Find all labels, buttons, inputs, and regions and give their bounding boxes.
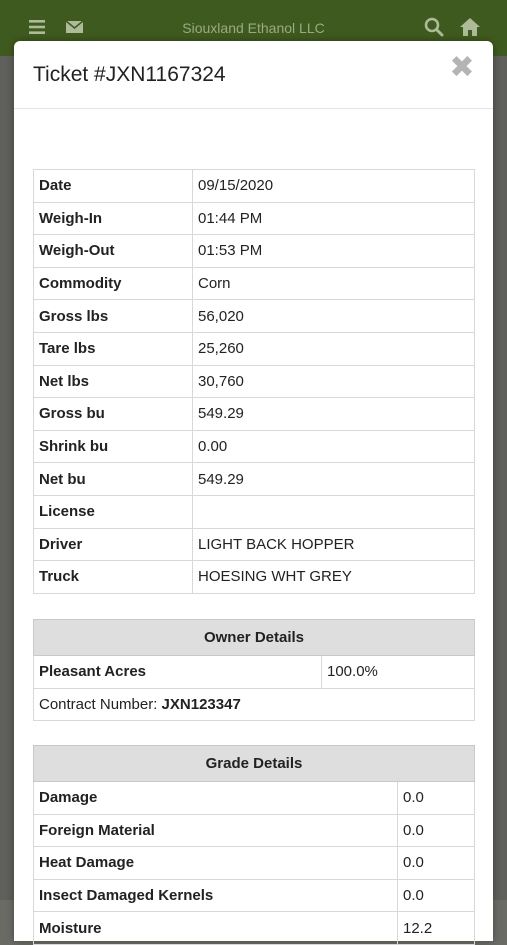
ticket-field-label: Weigh-In bbox=[33, 201, 193, 236]
ticket-field-value: 549.29 bbox=[192, 462, 475, 496]
ticket-field-label: Gross lbs bbox=[33, 299, 193, 333]
contract-cell: Contract Number: JXN123347 bbox=[33, 687, 475, 722]
contract-label: Contract Number: bbox=[39, 695, 158, 713]
grade-field-value: 0.0 bbox=[397, 813, 475, 848]
ticket-field-label: Truck bbox=[33, 560, 193, 594]
grade-details-table: Grade Details Damage 0.0 Foreign Material 0… bbox=[33, 745, 475, 945]
ticket-field-value: 0.00 bbox=[192, 429, 475, 464]
modal-title: Ticket #JXN1167324 bbox=[33, 63, 226, 86]
ticket-field-value: 549.29 bbox=[192, 397, 475, 431]
grade-field-value: 12.2 bbox=[397, 911, 475, 945]
table-row: Tare lbs 25,260 bbox=[33, 331, 475, 366]
ticket-field-label: Driver bbox=[33, 527, 193, 562]
search-icon[interactable] bbox=[423, 16, 445, 38]
ticket-field-value: 09/15/2020 bbox=[192, 169, 475, 203]
table-row: Date 09/15/2020 bbox=[33, 169, 475, 203]
table-row: Shrink bu 0.00 bbox=[33, 429, 475, 464]
table-row: Heat Damage 0.0 bbox=[33, 846, 475, 880]
ticket-field-value: LIGHT BACK HOPPER bbox=[192, 527, 475, 562]
table-row: Insect Damaged Kernels 0.0 bbox=[33, 878, 475, 913]
ticket-field-value: 01:44 PM bbox=[192, 201, 475, 236]
owner-share: 100.0% bbox=[321, 655, 475, 689]
grade-field-label: Foreign Material bbox=[33, 813, 398, 848]
ticket-field-label: Commodity bbox=[33, 266, 193, 301]
ticket-field-value: 30,760 bbox=[192, 364, 475, 399]
grade-field-label: Heat Damage bbox=[33, 846, 398, 880]
ticket-field-value bbox=[192, 494, 475, 529]
grade-field-label: Moisture bbox=[33, 911, 398, 945]
ticket-field-label: Net bu bbox=[33, 462, 193, 496]
table-row: Net bu 549.29 bbox=[33, 462, 475, 496]
close-icon[interactable]: ✖ bbox=[449, 53, 475, 83]
ticket-field-value: 56,020 bbox=[192, 299, 475, 333]
ticket-field-value: 01:53 PM bbox=[192, 234, 475, 268]
owner-details-header: Owner Details bbox=[33, 619, 475, 656]
ticket-field-label: Tare lbs bbox=[33, 331, 193, 366]
grade-field-value: 0.0 bbox=[397, 878, 475, 913]
owner-details-table: Owner Details Pleasant Acres 100.0% Cont… bbox=[33, 619, 475, 722]
ticket-field-label: Net lbs bbox=[33, 364, 193, 399]
table-row: Commodity Corn bbox=[33, 266, 475, 301]
ticket-modal: Ticket #JXN1167324 ✖ Date 09/15/2020 Weigh… bbox=[14, 41, 493, 945]
contract-number: JXN123347 bbox=[161, 695, 241, 713]
ticket-field-label: Weigh-Out bbox=[33, 234, 193, 268]
table-row: Net lbs 30,760 bbox=[33, 364, 475, 399]
table-row: Pleasant Acres 100.0% bbox=[33, 655, 475, 689]
ticket-field-value: HOESING WHT GREY bbox=[192, 560, 475, 594]
ticket-field-label: Gross bu bbox=[33, 397, 193, 431]
owner-name: Pleasant Acres bbox=[33, 655, 322, 689]
ticket-field-label: License bbox=[33, 494, 193, 529]
table-row: Driver LIGHT BACK HOPPER bbox=[33, 527, 475, 562]
table-row: Gross bu 549.29 bbox=[33, 397, 475, 431]
grade-field-label: Damage bbox=[33, 781, 398, 815]
grade-field-value: 0.0 bbox=[397, 781, 475, 815]
ticket-field-label: Date bbox=[33, 169, 193, 203]
table-row: Weigh-Out 01:53 PM bbox=[33, 234, 475, 268]
table-row: Gross lbs 56,020 bbox=[33, 299, 475, 333]
table-row: Truck HOESING WHT GREY bbox=[33, 560, 475, 594]
home-icon[interactable] bbox=[459, 16, 481, 38]
table-row: Foreign Material 0.0 bbox=[33, 813, 475, 848]
ticket-details-table: Date 09/15/2020 Weigh-In 01:44 PM Weigh-Out 0… bbox=[33, 169, 475, 594]
ticket-field-label: Shrink bu bbox=[33, 429, 193, 464]
table-row: License bbox=[33, 494, 475, 529]
modal-header: Ticket #JXN1167324 ✖ bbox=[14, 41, 493, 109]
table-row: Moisture 12.2 bbox=[33, 911, 475, 945]
grade-field-value: 0.0 bbox=[397, 846, 475, 880]
ticket-field-value: 25,260 bbox=[192, 331, 475, 366]
ticket-field-value: Corn bbox=[192, 266, 475, 301]
table-row: Weigh-In 01:44 PM bbox=[33, 201, 475, 236]
grade-field-label: Insect Damaged Kernels bbox=[33, 878, 398, 913]
table-row: Contract Number: JXN123347 bbox=[33, 687, 475, 722]
grade-details-header: Grade Details bbox=[33, 745, 475, 782]
table-row: Damage 0.0 bbox=[33, 781, 475, 815]
